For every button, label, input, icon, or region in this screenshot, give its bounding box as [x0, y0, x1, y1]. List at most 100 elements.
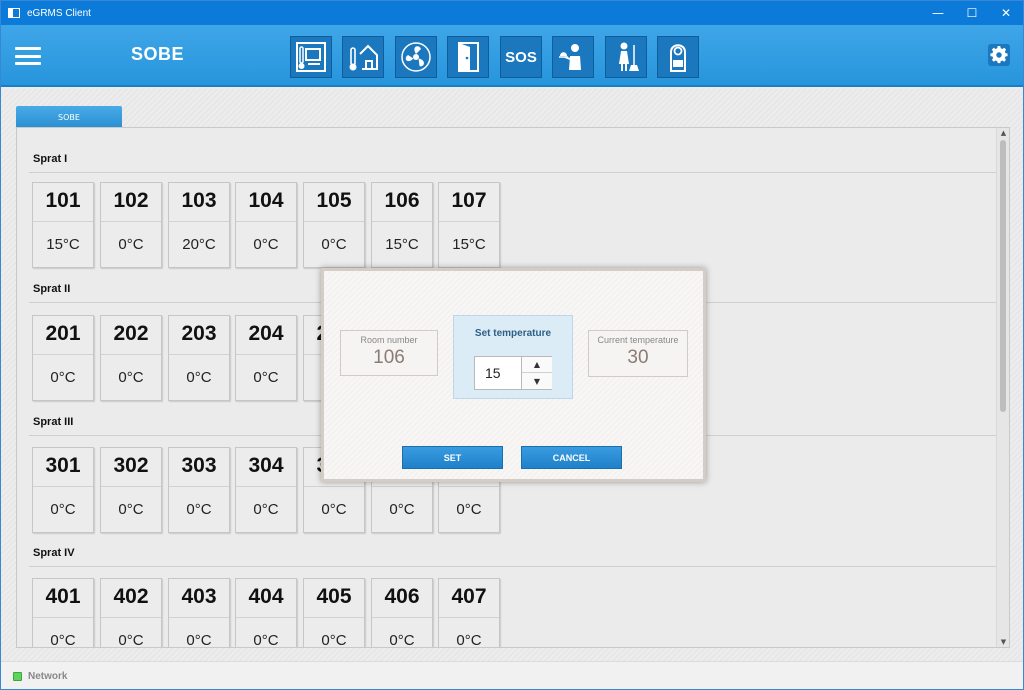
increment-arrow-icon[interactable]: ▲: [521, 357, 552, 373]
room-tile[interactable]: 401 0°C: [32, 578, 94, 648]
network-status-icon: [13, 672, 22, 681]
current-temperature-value: 30: [627, 347, 649, 368]
room-temperature: 0°C: [50, 632, 76, 648]
room-tile[interactable]: 103 20°C: [168, 182, 230, 268]
room-number: 404: [248, 585, 284, 608]
cancel-button[interactable]: CANCEL: [521, 446, 622, 469]
sos-icon: SOS: [505, 48, 537, 66]
room-temperature: 0°C: [389, 501, 415, 518]
room-tile[interactable]: 203 0°C: [168, 315, 230, 401]
housekeeping-button[interactable]: [605, 36, 647, 78]
app-header: SOBE SOS: [1, 25, 1023, 87]
room-temperature: 0°C: [118, 369, 144, 386]
minimize-button[interactable]: —: [921, 1, 955, 25]
room-temperature: 0°C: [118, 236, 144, 253]
room-number: 401: [45, 585, 81, 608]
room-temperature: 0°C: [186, 501, 212, 518]
room-tile[interactable]: 105 0°C: [303, 182, 365, 268]
scroll-down-icon[interactable]: ▼: [999, 638, 1008, 646]
room-number: 407: [451, 585, 487, 608]
room-number: 104: [248, 189, 284, 212]
room-tile[interactable]: 404 0°C: [235, 578, 297, 648]
room-temperature: 0°C: [186, 369, 212, 386]
decrement-arrow-icon[interactable]: ▼: [521, 373, 552, 389]
current-temperature-box: Current temperature 30: [588, 330, 688, 377]
set-button[interactable]: SET: [402, 446, 503, 469]
scrollbar-thumb[interactable]: [1000, 140, 1006, 412]
room-temperature: 0°C: [253, 369, 279, 386]
room-temperature: 0°C: [456, 632, 482, 648]
temperature-stepper: ▲ ▼: [474, 356, 552, 390]
room-temperature: 20°C: [182, 236, 216, 253]
room-service-button[interactable]: [552, 36, 594, 78]
vertical-scrollbar[interactable]: ▲ ▼: [996, 128, 1009, 647]
room-temperature: 0°C: [118, 632, 144, 648]
current-temperature-caption: Current temperature: [597, 335, 679, 345]
app-icon: [8, 8, 20, 18]
room-tile[interactable]: 303 0°C: [168, 447, 230, 533]
room-number-value: 106: [373, 347, 405, 368]
room-number-box: Room number 106: [340, 330, 438, 376]
room-temperature: 0°C: [253, 632, 279, 648]
hamburger-menu-icon[interactable]: [15, 47, 41, 65]
room-tile[interactable]: 403 0°C: [168, 578, 230, 647]
room-number: 103: [181, 189, 217, 212]
room-tile[interactable]: 301 0°C: [32, 447, 94, 533]
room-tile[interactable]: 304 0°C: [235, 447, 297, 533]
room-temperature: 0°C: [389, 632, 415, 648]
room-tile[interactable]: 102 0°C: [100, 182, 162, 268]
room-number: 102: [113, 189, 149, 212]
door-hanger-icon: [670, 44, 686, 72]
tab-sobe[interactable]: SOBE: [16, 106, 122, 128]
network-status-label: Network: [28, 671, 68, 682]
room-number: 107: [451, 189, 487, 212]
house-temperature-button[interactable]: [342, 36, 384, 78]
room-temperature: 0°C: [253, 501, 279, 518]
set-temperature-input[interactable]: [475, 357, 521, 389]
room-number: 203: [181, 322, 217, 345]
room-number: 105: [316, 189, 352, 212]
room-number: 202: [113, 322, 149, 345]
app-window: eGRMS Client — ☐ ✕ SOBE SOS SOBE Sprat I…: [0, 0, 1024, 690]
housekeeping-icon: [619, 42, 639, 71]
thermostat-panel-icon: [296, 42, 326, 72]
room-number: 406: [384, 585, 420, 608]
room-tile[interactable]: 106 15°C: [371, 182, 433, 268]
set-temperature-caption: Set temperature: [474, 328, 552, 339]
sos-button[interactable]: SOS: [500, 36, 542, 78]
floor-label: Sprat II: [33, 283, 71, 295]
room-tile[interactable]: 402 0°C: [100, 578, 162, 648]
room-number-caption: Room number: [360, 335, 418, 345]
room-tile[interactable]: 204 0°C: [235, 315, 297, 401]
room-tile[interactable]: 407 0°C: [438, 578, 500, 648]
floor-label: Sprat III: [33, 416, 74, 428]
room-number: 204: [248, 322, 284, 345]
room-tile[interactable]: 107 15°C: [438, 182, 500, 268]
fan-button[interactable]: [395, 36, 437, 78]
room-temperature: 0°C: [118, 501, 144, 518]
do-not-disturb-button[interactable]: [657, 36, 699, 78]
room-number: 106: [384, 189, 420, 212]
room-number: 302: [113, 454, 149, 477]
room-tile[interactable]: 201 0°C: [32, 315, 94, 401]
room-temperature: 0°C: [321, 501, 347, 518]
scroll-up-icon[interactable]: ▲: [999, 129, 1008, 137]
title-bar: eGRMS Client — ☐ ✕: [1, 1, 1023, 25]
room-thermostat-button[interactable]: [290, 36, 332, 78]
room-tile[interactable]: 101 15°C: [32, 182, 94, 268]
maximize-button[interactable]: ☐: [955, 1, 989, 25]
room-tile[interactable]: 302 0°C: [100, 447, 162, 533]
floor-label: Sprat I: [33, 153, 68, 165]
window-controls: — ☐ ✕: [921, 1, 1023, 25]
settings-gear-icon[interactable]: [988, 44, 1010, 66]
room-tile[interactable]: 202 0°C: [100, 315, 162, 401]
room-tile[interactable]: 405 0°C: [303, 578, 365, 647]
room-number: 402: [113, 585, 149, 608]
room-temperature: 0°C: [50, 501, 76, 518]
room-tile[interactable]: 406 0°C: [371, 578, 433, 648]
door-button[interactable]: [447, 36, 489, 78]
close-button[interactable]: ✕: [989, 1, 1023, 25]
room-temperature: 15°C: [385, 236, 419, 253]
room-tile[interactable]: 104 0°C: [235, 182, 297, 268]
room-number: 301: [45, 454, 81, 477]
